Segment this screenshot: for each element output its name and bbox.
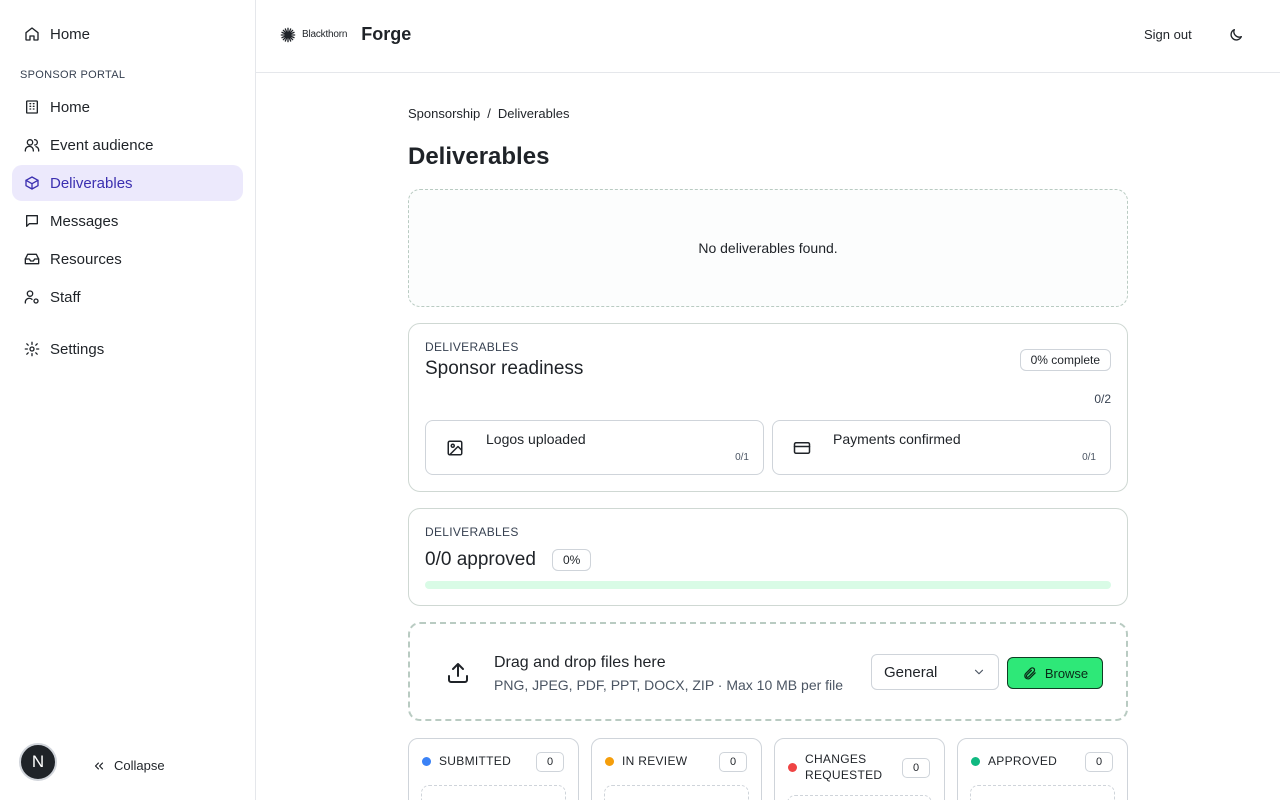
sidebar-item-resources[interactable]: Resources xyxy=(12,241,243,277)
status-dot xyxy=(605,757,614,766)
status-dot xyxy=(422,757,431,766)
sidebar-item-label: Settings xyxy=(50,340,105,358)
image-icon xyxy=(447,440,463,456)
sidebar-item-settings[interactable]: Settings xyxy=(12,331,243,367)
kanban-column-title: SUBMITTED xyxy=(439,754,512,768)
page-title: Deliverables xyxy=(408,143,550,170)
avatar[interactable]: N xyxy=(19,743,57,781)
sidebar-item-label: Staff xyxy=(50,288,81,306)
paperclip-icon xyxy=(1024,666,1036,679)
status-dot xyxy=(788,763,797,772)
approval-percent-badge: 0% xyxy=(552,549,592,571)
breadcrumb-current: Deliverables xyxy=(497,106,570,121)
collapse-label: Collapse xyxy=(114,758,165,773)
dropzone-subtitle: PNG, JPEG, PDF, PPT, DOCX, ZIP · Max 10 … xyxy=(494,677,844,693)
breadcrumb-parent[interactable]: Sponsorship xyxy=(408,106,480,121)
approval-eyebrow: DELIVERABLES xyxy=(425,525,519,539)
logos-uploaded-card[interactable]: Logos uploaded 0/1 xyxy=(425,420,764,475)
approval-title: 0/0 approved xyxy=(425,549,536,570)
kanban-column-count: 0 xyxy=(902,758,930,778)
kanban-drop-area[interactable] xyxy=(421,785,566,800)
browse-button[interactable]: Browse xyxy=(1007,657,1103,689)
sidebar-item-deliverables[interactable]: Deliverables xyxy=(12,165,243,201)
blackthorn-logo-icon xyxy=(280,27,296,42)
status-dot xyxy=(971,757,980,766)
logos-uploaded-count: 0/1 xyxy=(735,452,749,463)
empty-state-card: No deliverables found. xyxy=(408,189,1128,307)
kanban-column-title: IN REVIEW xyxy=(622,754,688,768)
sidebar-item-label: Deliverables xyxy=(50,174,133,192)
kanban-column-changes-requested[interactable]: CHANGES REQUESTED 0 xyxy=(774,738,945,800)
kanban-drop-area[interactable] xyxy=(787,795,932,800)
sign-out-button[interactable]: Sign out xyxy=(1144,27,1192,42)
sidebar-item-label: Event audience xyxy=(50,136,154,154)
completion-badge: 0% complete xyxy=(1019,349,1111,371)
empty-state-text: No deliverables found. xyxy=(698,240,838,256)
sidebar-item-event-audience[interactable]: Event audience xyxy=(12,127,243,163)
upload-icon xyxy=(448,663,468,683)
logos-uploaded-label: Logos uploaded xyxy=(486,431,586,447)
home-icon xyxy=(25,27,39,41)
sidebar-item-label: Resources xyxy=(50,250,122,268)
breadcrumb: Sponsorship / Deliverables xyxy=(408,106,569,121)
package-icon xyxy=(25,176,39,190)
users-icon xyxy=(24,139,40,152)
sidebar-item-staff[interactable]: Staff xyxy=(12,279,243,315)
dropzone-title: Drag and drop files here xyxy=(494,654,666,671)
user-cog-icon xyxy=(24,290,39,304)
kanban-column-count: 0 xyxy=(719,752,747,772)
readiness-count: 0/2 xyxy=(1094,392,1111,406)
product-name: Forge xyxy=(361,24,412,44)
sponsor-readiness-card: DELIVERABLES Sponsor readiness 0% comple… xyxy=(408,323,1128,492)
readiness-eyebrow: DELIVERABLES xyxy=(425,340,519,354)
kanban-drop-area[interactable] xyxy=(970,785,1115,800)
payments-confirmed-label: Payments confirmed xyxy=(833,431,961,447)
category-select-value: General xyxy=(884,663,938,681)
kanban-column-count: 0 xyxy=(536,752,564,772)
sidebar-item-label: Home xyxy=(50,98,91,116)
readiness-title: Sponsor readiness xyxy=(425,358,584,379)
breadcrumb-separator: / xyxy=(487,106,491,121)
payments-confirmed-count: 0/1 xyxy=(1082,452,1096,463)
approval-progress-card: DELIVERABLES 0/0 approved 0% xyxy=(408,508,1128,606)
credit-card-icon xyxy=(793,442,811,454)
top-header: Blackthorn Forge Sign out xyxy=(256,0,1280,73)
browse-label: Browse xyxy=(1044,665,1089,681)
kanban-column-submitted[interactable]: SUBMITTED 0 xyxy=(408,738,579,800)
message-icon xyxy=(26,215,38,227)
kanban-column-title: APPROVED xyxy=(988,754,1058,768)
chevrons-left-icon xyxy=(94,762,104,769)
kanban-column-in-review[interactable]: IN REVIEW 0 xyxy=(591,738,762,800)
file-dropzone[interactable]: Drag and drop files here PNG, JPEG, PDF,… xyxy=(408,622,1128,721)
theme-toggle-button[interactable] xyxy=(1228,27,1246,45)
approval-progress-bar xyxy=(425,581,1111,589)
sidebar-item-home[interactable]: Home xyxy=(12,89,243,125)
sidebar-item-messages[interactable]: Messages xyxy=(12,203,243,239)
payments-confirmed-card[interactable]: Payments confirmed 0/1 xyxy=(772,420,1111,475)
kanban-drop-area[interactable] xyxy=(604,785,749,800)
category-select[interactable]: General xyxy=(871,654,999,690)
brand[interactable]: Blackthorn Forge xyxy=(280,24,411,45)
kanban-column-title: CHANGES REQUESTED xyxy=(805,752,883,782)
chevron-down-icon xyxy=(974,669,984,675)
sidebar-item-label: Messages xyxy=(50,212,119,230)
moon-icon xyxy=(1230,29,1242,41)
sidebar: Home SPONSOR PORTAL Home Event audience … xyxy=(0,0,256,800)
sidebar-section-label: SPONSOR PORTAL xyxy=(20,69,126,81)
kanban-column-count: 0 xyxy=(1085,752,1113,772)
collapse-button[interactable]: Collapse xyxy=(92,758,165,773)
gear-icon xyxy=(24,341,40,357)
inbox-icon xyxy=(24,253,40,265)
company-name: Blackthorn xyxy=(302,29,348,40)
building-icon xyxy=(26,100,38,114)
sidebar-item-top-home[interactable]: Home xyxy=(12,16,243,52)
kanban-column-approved[interactable]: APPROVED 0 xyxy=(957,738,1128,800)
sidebar-item-label: Home xyxy=(50,25,91,43)
